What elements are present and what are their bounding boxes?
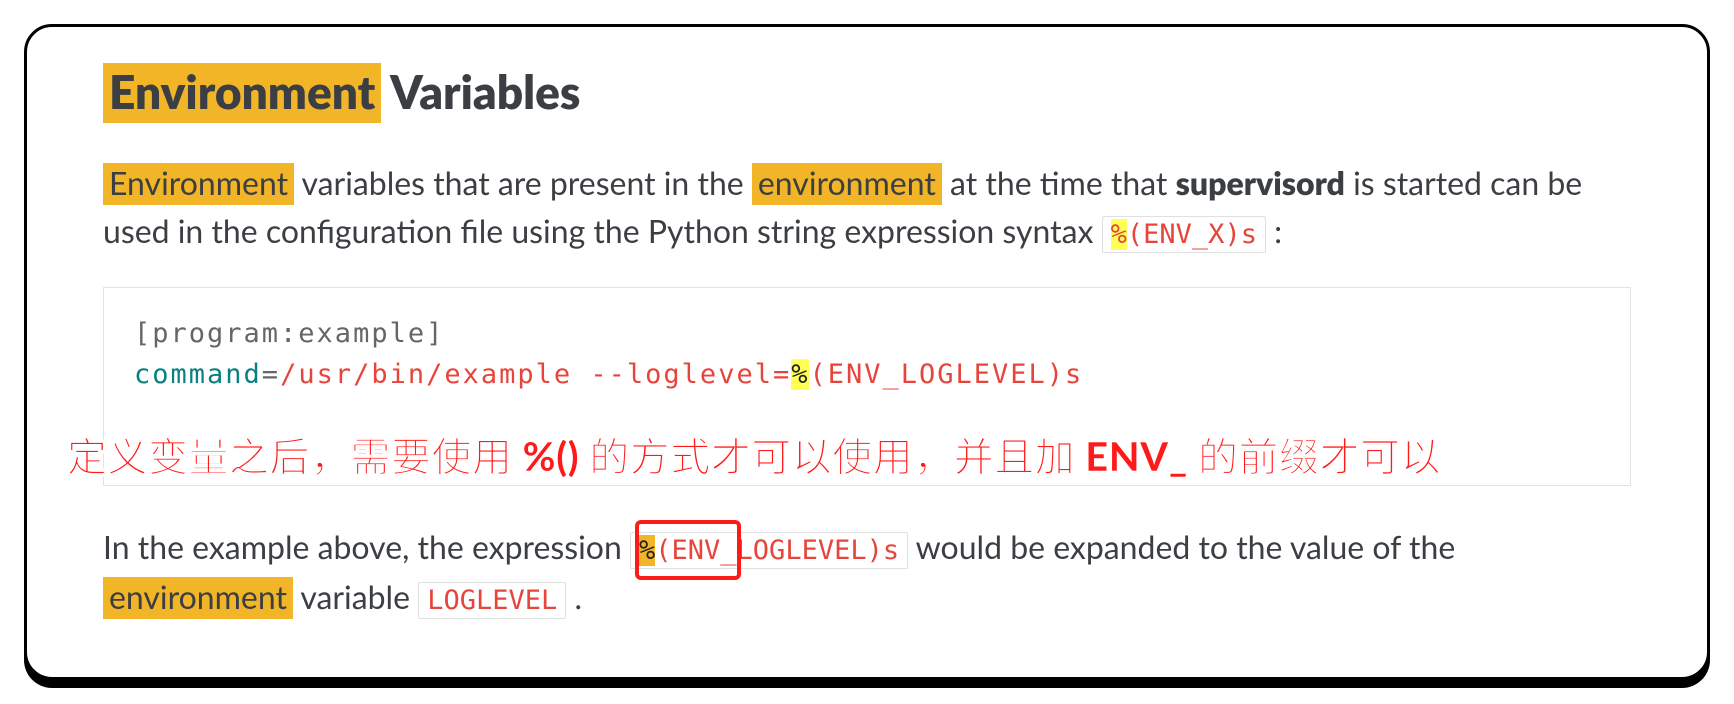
code-line-2: command=/usr/bin/example --loglevel=%(EN…	[134, 355, 1600, 396]
outro-hl: environment	[103, 577, 293, 619]
intro-text-2: at the time that	[942, 163, 1176, 202]
code-key: command	[134, 359, 262, 390]
code-line-1: [program:example]	[134, 314, 1600, 355]
outro-code-pct: %	[639, 535, 655, 566]
code-expr: (ENV_LOGLEVEL)s	[809, 359, 1083, 390]
code-section: [program:example]	[134, 318, 444, 349]
intro-hl-2: environment	[752, 163, 942, 205]
intro-hl-1: Environment	[103, 163, 294, 205]
heading-highlight: Environment	[103, 63, 381, 123]
outro-text-3: variable	[293, 577, 418, 616]
section-heading: Environment Variables	[103, 63, 1631, 123]
outro-code-var: LOGLEVEL	[418, 582, 566, 619]
intro-code-pct: %	[1111, 219, 1127, 250]
code-pct: %	[791, 359, 809, 390]
red-annotation: 定义变量之后，需要使用 %() 的方式才可以使用，并且加 ENV_ 的前缀才可以	[67, 425, 1441, 483]
intro-paragraph: Environment variables that are present i…	[103, 159, 1631, 256]
outro-paragraph: In the example above, the expression %(E…	[103, 522, 1631, 622]
code-eq: =	[262, 359, 280, 390]
intro-bold: supervisord	[1176, 163, 1345, 202]
outro-code-rest: LOGLEVEL)s	[737, 535, 900, 566]
intro-text-1: variables that are present in the	[294, 163, 752, 202]
intro-code: %(ENV_X)s	[1102, 216, 1266, 253]
outro-text-1: In the example above, the expression	[103, 527, 630, 566]
intro-text-4: :	[1266, 211, 1282, 250]
doc-card: Environment Variables Environment variab…	[24, 24, 1710, 680]
outro-code-redbox: %(ENV_	[639, 530, 737, 572]
outro-code: %(ENV_LOGLEVEL)s	[630, 532, 908, 569]
intro-code-rest: (ENV_X)s	[1127, 219, 1257, 250]
page: Environment Variables Environment variab…	[0, 0, 1734, 704]
heading-rest: Variables	[381, 64, 580, 119]
outro-code-boxed: (ENV_	[655, 535, 736, 566]
outro-text-4: .	[566, 577, 582, 616]
code-path: /usr/bin/example --loglevel=	[280, 359, 791, 390]
outro-text-2: would be expanded to the value of the	[908, 527, 1455, 566]
